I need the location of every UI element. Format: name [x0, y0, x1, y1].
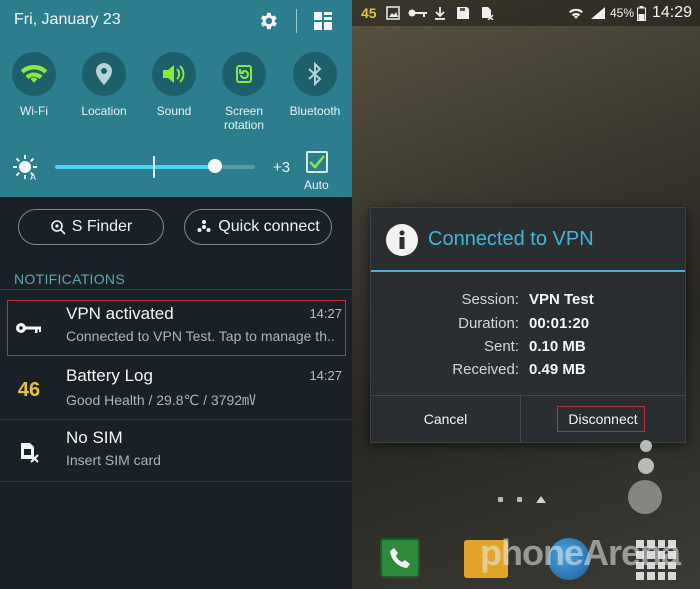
svg-text:A: A: [30, 172, 36, 182]
row-value: VPN Test: [529, 291, 594, 308]
status-bar: 45 45% 14:29: [352, 0, 700, 26]
search-icon: [50, 220, 66, 235]
notification-subtitle: Connected to VPN Test. Tap to manage th.…: [66, 328, 335, 344]
notification-subtitle: Insert SIM card: [66, 452, 161, 468]
status-battery-percent: 45%: [610, 6, 635, 20]
quick-connect-button[interactable]: Quick connect: [184, 209, 332, 245]
dialog-title-rule: [371, 270, 685, 272]
page-dot: [517, 497, 522, 502]
auto-brightness-checkbox[interactable]: [306, 151, 328, 173]
row-value: 0.49 MB: [529, 361, 586, 378]
cancel-button[interactable]: Cancel: [371, 396, 520, 442]
sound-icon: [152, 52, 196, 96]
watermark-text: phoneArena: [480, 532, 681, 573]
phone-app-icon[interactable]: [380, 538, 420, 578]
brightness-auto-icon: A: [12, 154, 40, 182]
s-finder-button[interactable]: S Finder: [18, 209, 164, 245]
notification-time: 14:27: [309, 306, 342, 321]
notification-title: Battery Log: [66, 366, 153, 385]
notification-subtitle: Good Health / 29.8℃ / 3792㎷: [66, 392, 257, 408]
brightness-slider-thumb[interactable]: [208, 159, 222, 173]
brightness-slider-track[interactable]: [55, 165, 255, 169]
status-clock: 14:29: [652, 4, 693, 21]
battery-log-icon: 46: [14, 378, 44, 402]
info-icon: [386, 224, 418, 256]
date-label: Fri, January 23: [14, 11, 121, 28]
notification-shade: Fri, January 23 Wi-Fi Location Sound Scr…: [0, 0, 352, 589]
dialog-title: Connected to VPN: [428, 228, 594, 250]
notification-no-sim[interactable]: No SIM Insert SIM card: [0, 420, 352, 482]
gallery-icon: [386, 5, 400, 21]
key-icon: [14, 316, 44, 340]
disconnect-button[interactable]: Disconnect: [521, 396, 685, 442]
quick-connect-icon: [197, 220, 211, 232]
vpn-connected-dialog: Connected to VPN Session: VPN Test Durat…: [370, 207, 686, 443]
header-divider: [296, 9, 297, 33]
battery-level-text: 46: [17, 378, 41, 401]
disconnect-label: Disconnect: [568, 411, 638, 427]
download-icon: [434, 5, 446, 21]
notification-divider: [0, 481, 352, 482]
notification-vpn[interactable]: VPN activated Connected to VPN Test. Tap…: [0, 296, 352, 358]
wifi-icon: [12, 52, 56, 96]
tile-wifi[interactable]: Wi-Fi: [2, 52, 66, 118]
tile-bluetooth[interactable]: Bluetooth: [283, 52, 347, 118]
battery-icon: [637, 5, 646, 21]
quick-settings-panel: Fri, January 23 Wi-Fi Location Sound Scr…: [0, 0, 352, 197]
quick-connect-label: Quick connect: [218, 218, 320, 235]
wifi-icon: [568, 5, 584, 21]
tile-label: Location: [81, 104, 127, 118]
decor-bubble: [640, 440, 652, 452]
row-value: 0.10 MB: [529, 338, 586, 355]
tile-label: Bluetooth: [289, 104, 341, 118]
row-label: Duration:: [458, 315, 519, 332]
key-icon: [408, 5, 428, 21]
tile-sound[interactable]: Sound: [142, 52, 206, 118]
decor-bubble: [628, 480, 662, 514]
bluetooth-icon: [293, 52, 337, 96]
checkmark-icon: [309, 155, 325, 169]
signal-icon: [590, 5, 606, 21]
row-value: 00:01:20: [529, 315, 590, 332]
home-page-icon: [536, 496, 546, 503]
tile-label: Sound: [156, 104, 192, 118]
notifications-header: NOTIFICATIONS: [14, 271, 125, 287]
brightness-value: +3: [273, 159, 291, 176]
tile-location[interactable]: Location: [72, 52, 136, 118]
s-finder-label: S Finder: [71, 218, 133, 235]
notification-time: 14:27: [309, 368, 342, 383]
settings-gear-icon[interactable]: [253, 6, 283, 36]
location-icon: [82, 52, 126, 96]
notifications-divider: [0, 289, 352, 290]
auto-brightness-label: Auto: [304, 178, 329, 192]
tile-label: Screen rotation: [223, 104, 265, 132]
row-label: Session:: [461, 291, 519, 308]
row-label: Received:: [452, 361, 519, 378]
notification-battery-log[interactable]: 46 Battery Log Good Health / 29.8℃ / 379…: [0, 358, 352, 420]
home-screen: 45 45% 14:29 Connected to VPN Session: V…: [352, 0, 700, 589]
no-sim-icon: [480, 5, 494, 21]
brightness-slider-fill: [55, 165, 215, 169]
tile-label: Wi-Fi: [20, 104, 48, 118]
edit-tiles-icon[interactable]: [308, 6, 338, 36]
page-indicator[interactable]: [498, 496, 546, 503]
tile-screen-rotation[interactable]: Screen rotation: [212, 52, 276, 132]
notification-title: VPN activated: [66, 304, 174, 323]
brightness-slider-midmark: [153, 156, 155, 178]
notification-title: No SIM: [66, 428, 123, 447]
no-sim-icon: [14, 440, 44, 464]
app-dock: phoneArena: [352, 530, 700, 589]
screen-rotation-icon: [222, 52, 266, 96]
decor-bubble: [638, 458, 654, 474]
row-label: Sent:: [483, 338, 519, 355]
save-disk-icon: [456, 5, 470, 21]
page-dot: [498, 497, 503, 502]
status-battery-log-badge: 45: [361, 5, 377, 21]
